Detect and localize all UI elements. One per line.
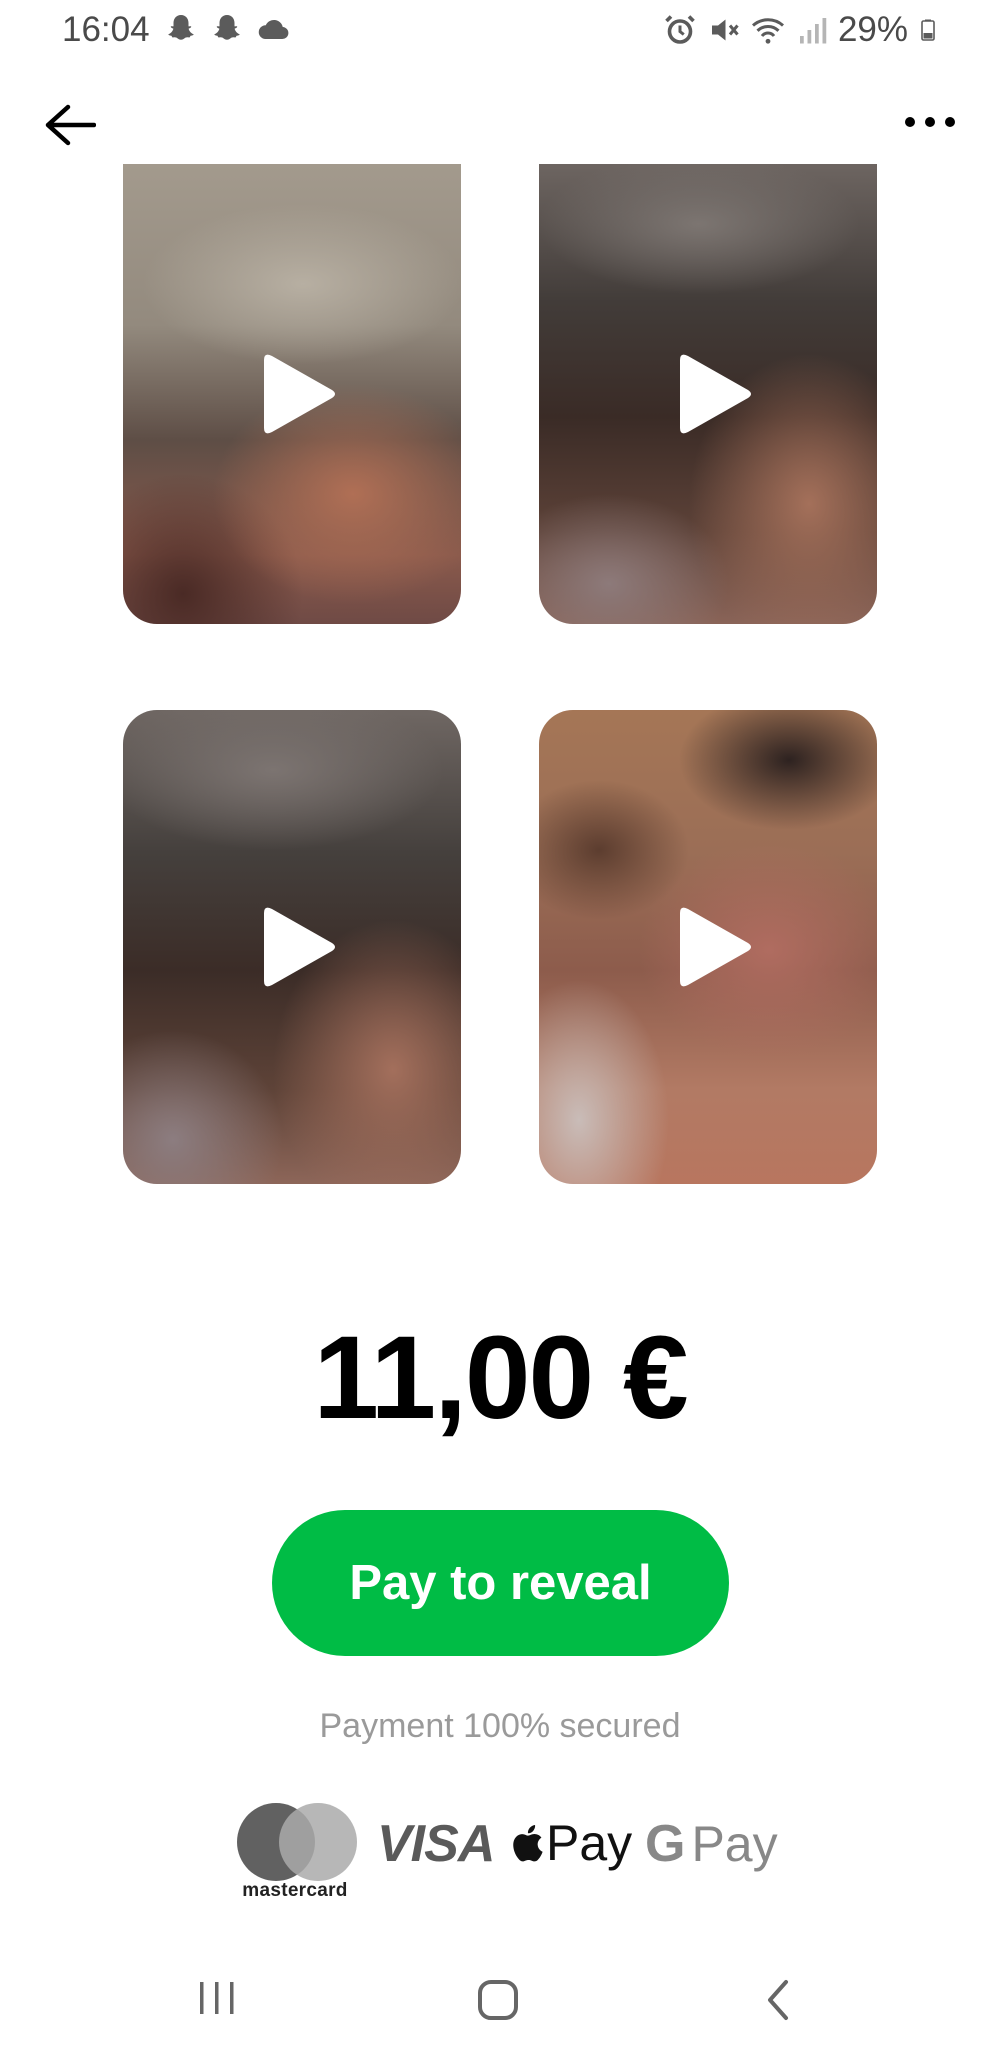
play-icon: [264, 354, 335, 434]
locked-video-2[interactable]: [539, 164, 877, 624]
apple-pay-logo: Pay: [510, 1814, 632, 1872]
locked-video-4[interactable]: [539, 710, 877, 1184]
google-pay-label: Pay: [691, 1816, 778, 1872]
signal-icon: [799, 18, 827, 44]
mastercard-label: mastercard: [242, 1880, 348, 1901]
cloud-icon: [258, 19, 289, 40]
apple-icon: [513, 1825, 543, 1862]
mute-icon: [711, 19, 739, 41]
wifi-icon: [751, 18, 784, 44]
battery-percentage: 29%: [837, 10, 908, 49]
price-label: 11,00 €: [313, 1312, 688, 1444]
back-icon[interactable]: [762, 1978, 794, 2022]
locked-video-3[interactable]: [123, 710, 461, 1184]
play-icon: [680, 907, 751, 987]
recents-icon[interactable]: [196, 1978, 238, 2018]
visa-logo: VISA: [377, 1815, 495, 1873]
system-navigation-bar: [0, 1940, 1000, 2056]
play-icon: [680, 354, 751, 434]
payment-methods: mastercard VISA Pay G Pay: [235, 1800, 778, 1901]
google-g-icon: G: [645, 1815, 686, 1873]
back-button[interactable]: [36, 92, 102, 158]
apple-pay-label: Pay: [546, 1815, 633, 1871]
mastercard-circle-right: [279, 1803, 357, 1881]
system-icons: 29%: [662, 10, 940, 50]
locked-video-1[interactable]: [123, 164, 461, 624]
more-options-button[interactable]: [895, 100, 965, 144]
arrow-left-icon: [45, 104, 96, 146]
play-icon: [264, 907, 335, 987]
mastercard-logo: mastercard: [235, 1800, 357, 1901]
alarm-icon: [665, 15, 695, 44]
home-icon[interactable]: [476, 1978, 520, 2022]
battery-icon: [921, 19, 935, 41]
status-time: 16:04: [62, 10, 150, 49]
google-pay-logo: G Pay: [645, 1814, 778, 1874]
payment-secured-text: Payment 100% secured: [319, 1707, 681, 1745]
status-bar: 16:04 29%: [0, 0, 1000, 60]
snapchat-icon: [214, 15, 240, 40]
pay-to-reveal-button[interactable]: Pay to reveal: [272, 1510, 729, 1656]
more-horizontal-icon: [905, 117, 955, 127]
snapchat-icon: [168, 15, 194, 40]
notification-icons: [163, 12, 291, 48]
